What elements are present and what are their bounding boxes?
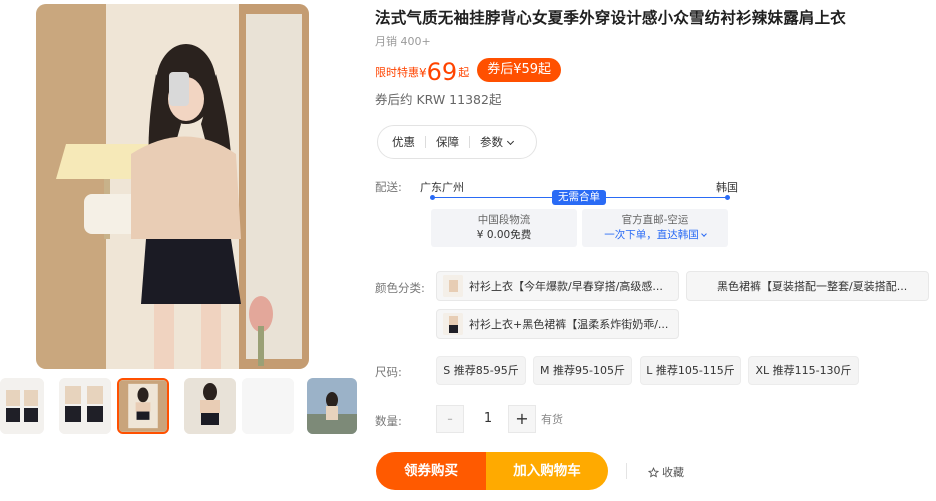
quantity-input[interactable]: 1	[470, 405, 506, 433]
coupon-price-badge[interactable]: 券后¥59起	[477, 58, 562, 82]
stock-status: 有货	[541, 413, 563, 426]
domestic-shipping-box: 中国段物流 ¥ 0.00免费	[431, 209, 577, 247]
thumbnail[interactable]	[184, 378, 236, 434]
buy-with-coupon-button[interactable]: 领券购买	[376, 452, 486, 490]
size-label: 尺码:	[375, 365, 402, 379]
size-option-l[interactable]: L 推荐105-115斤	[640, 356, 741, 385]
color-label: 颜色分类:	[375, 281, 425, 295]
color-option-skirt[interactable]: 黑色裙裤【夏装搭配一整套/夏装搭配...	[686, 271, 929, 301]
quantity-increase-button[interactable]: +	[508, 405, 536, 433]
tab-guarantee[interactable]: 保障	[426, 134, 469, 150]
intl-detail-text: 一次下单，直达韩国	[604, 229, 699, 241]
star-icon	[648, 466, 659, 477]
thumbnail[interactable]	[307, 378, 357, 434]
chevron-down-icon	[700, 231, 707, 237]
ship-to: 韩国	[716, 181, 738, 194]
domestic-fee: ¥ 0.00免费	[476, 229, 532, 241]
thumbnail-strip	[0, 378, 360, 436]
color-option-label: 黑色裙裤【夏装搭配一整套/夏装搭配...	[717, 280, 908, 293]
thumbnail[interactable]	[0, 378, 44, 434]
intl-title: 官方直邮-空运	[621, 214, 689, 226]
thumbnail[interactable]	[59, 378, 111, 434]
color-option-label: 衬衫上衣+黑色裙裤【温柔系炸街奶乖/...	[469, 318, 669, 331]
currency-symbol: ¥	[419, 66, 427, 80]
domestic-title: 中国段物流	[477, 214, 531, 226]
option-thumbnail	[443, 275, 463, 297]
intl-shipping-box[interactable]: 官方直邮-空运 一次下单，直达韩国	[582, 209, 728, 247]
tab-params-label: 参数	[480, 135, 503, 149]
favorite-button[interactable]: 收藏	[648, 464, 684, 480]
main-product-image[interactable]	[36, 4, 309, 369]
tab-discount[interactable]: 优惠	[392, 134, 425, 150]
price-suffix: 起	[458, 66, 470, 79]
quantity-label: 数量:	[375, 414, 402, 428]
add-to-cart-button[interactable]: 加入购物车	[486, 452, 608, 490]
price-row: 限时特惠 ¥ 69 起 券后¥59起	[375, 56, 562, 86]
size-option-m[interactable]: M 推荐95-105斤	[533, 356, 632, 385]
product-photo-illustration	[36, 4, 309, 369]
route-start-dot	[430, 195, 435, 200]
info-tabs: 优惠 保障 参数	[377, 125, 537, 159]
chevron-down-icon	[506, 137, 515, 146]
quantity-decrease-button[interactable]: -	[436, 405, 464, 433]
no-merge-badge: 无需合单	[552, 190, 606, 205]
divider	[626, 463, 627, 479]
product-title: 法式气质无袖挂脖背心女夏季外穿设计感小众雪纺衬衫辣妹露肩上衣	[375, 9, 847, 27]
thumbnail-selected[interactable]	[117, 378, 169, 434]
krw-price: 券后约 KRW 11382起	[375, 92, 502, 107]
color-option-set[interactable]: 衬衫上衣+黑色裙裤【温柔系炸街奶乖/...	[436, 309, 679, 339]
route-end-dot	[725, 195, 730, 200]
shipping-label: 配送:	[375, 180, 402, 194]
price-label: 限时特惠	[375, 66, 419, 79]
size-option-xl[interactable]: XL 推荐115-130斤	[748, 356, 859, 385]
ship-from: 广东广州	[420, 181, 464, 194]
color-option-label: 衬衫上衣【今年爆款/早春穿搭/高级感...	[469, 280, 663, 293]
intl-detail-link[interactable]: 一次下单，直达韩国	[582, 228, 728, 243]
option-thumbnail	[443, 313, 463, 335]
color-option-top[interactable]: 衬衫上衣【今年爆款/早春穿搭/高级感...	[436, 271, 679, 301]
price-value: 69	[426, 58, 458, 86]
size-option-s[interactable]: S 推荐85-95斤	[436, 356, 526, 385]
monthly-sales: 月销 400+	[375, 35, 431, 48]
tab-params[interactable]: 参数	[470, 134, 523, 150]
thumbnail[interactable]	[242, 378, 294, 434]
favorite-label: 收藏	[662, 466, 684, 479]
